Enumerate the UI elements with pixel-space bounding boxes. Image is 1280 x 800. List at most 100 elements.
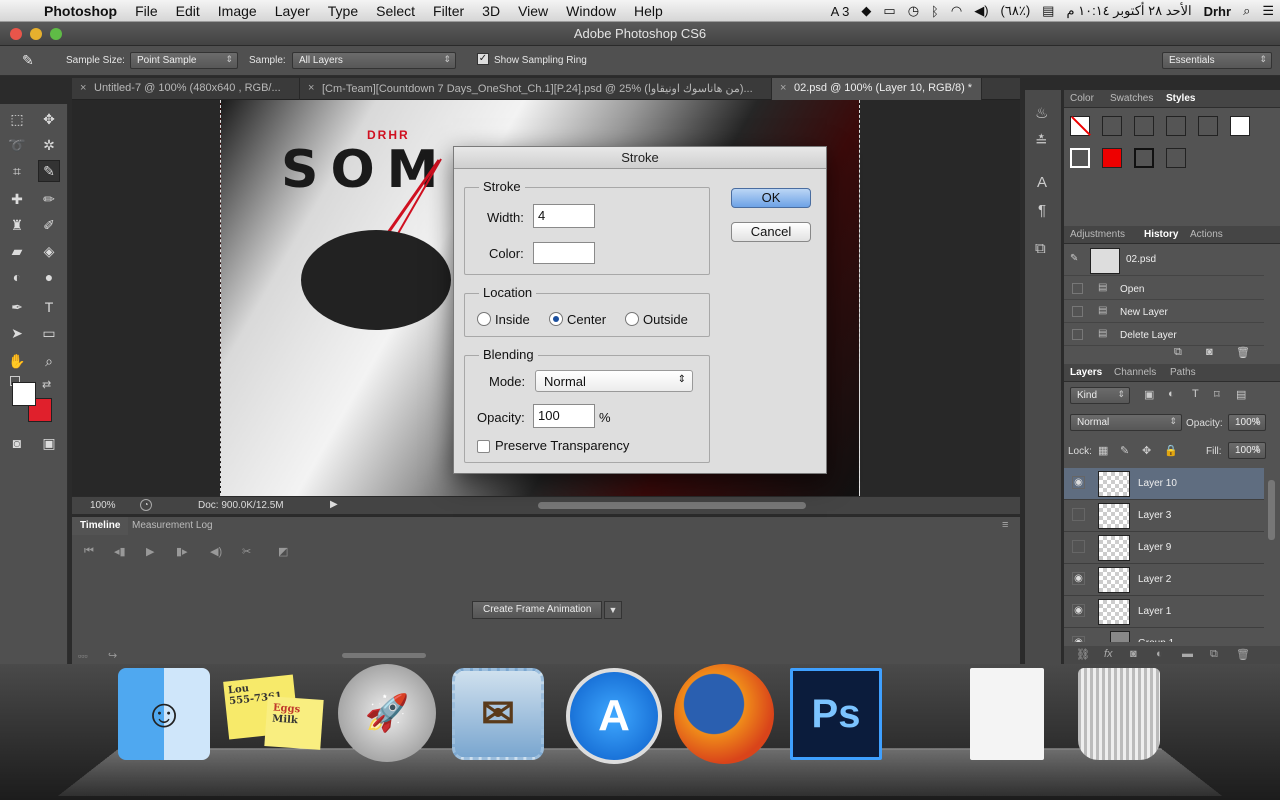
blend-mode-select[interactable]: Normal bbox=[1070, 414, 1182, 431]
move-icon[interactable]: ✥ bbox=[38, 108, 60, 130]
transition-icon[interactable]: ◩ bbox=[278, 545, 288, 558]
user-name[interactable]: Drhr bbox=[1198, 4, 1237, 19]
path-select-icon[interactable]: ➤ bbox=[6, 322, 28, 344]
menu-file[interactable]: File bbox=[126, 3, 167, 19]
close-tab-icon[interactable]: × bbox=[308, 82, 314, 94]
cancel-button[interactable]: Cancel bbox=[731, 222, 811, 242]
lock-all-icon[interactable]: 🔒 bbox=[1164, 444, 1178, 457]
close-tab-icon[interactable]: × bbox=[780, 82, 786, 94]
layer-opacity[interactable]: 100% bbox=[1228, 414, 1266, 431]
zoom-icon[interactable]: ⌕ bbox=[38, 350, 60, 372]
add-mask-icon[interactable]: ◙ bbox=[1130, 648, 1137, 660]
status-arrow-icon[interactable]: ▶ bbox=[330, 499, 338, 510]
style-swatch[interactable] bbox=[1166, 148, 1186, 168]
shape-icon[interactable]: ▭ bbox=[38, 322, 60, 344]
fx-icon[interactable]: fx bbox=[1104, 648, 1113, 660]
history-brush-icon[interactable]: ✐ bbox=[38, 214, 60, 236]
history-brush-source-icon[interactable]: ✎ bbox=[1070, 253, 1078, 264]
dodge-icon[interactable]: ● bbox=[38, 266, 60, 288]
stroke-width-input[interactable]: 4 bbox=[533, 204, 595, 228]
menu-help[interactable]: Help bbox=[625, 3, 672, 19]
play-icon[interactable]: ▶ bbox=[146, 545, 154, 558]
menu-window[interactable]: Window bbox=[557, 3, 625, 19]
filter-smart-icon[interactable]: ▤ bbox=[1236, 388, 1246, 401]
swap-colors-icon[interactable]: ⇄ bbox=[42, 378, 51, 391]
menu-select[interactable]: Select bbox=[367, 3, 424, 19]
bucket-icon[interactable]: ◈ bbox=[38, 240, 60, 262]
bluetooth-icon[interactable]: ᛒ bbox=[925, 4, 945, 19]
tab-measurement-log[interactable]: Measurement Log bbox=[124, 517, 221, 535]
lock-pixels-icon[interactable]: ✎ bbox=[1120, 444, 1129, 457]
crop-icon[interactable]: ⌗ bbox=[6, 160, 28, 182]
filter-shape-icon[interactable]: ⌑ bbox=[1214, 388, 1220, 401]
magic-wand-icon[interactable]: ✲ bbox=[38, 134, 60, 156]
menu-app-name[interactable]: Photoshop bbox=[40, 3, 126, 19]
time-machine-icon[interactable]: ◷ bbox=[902, 3, 925, 19]
visibility-eye-icon[interactable] bbox=[1072, 540, 1085, 553]
facetime-icon[interactable]: ▭ bbox=[877, 3, 901, 19]
visibility-eye-icon[interactable]: ◉ bbox=[1072, 572, 1085, 585]
show-ring-checkbox[interactable]: ✓ bbox=[477, 53, 489, 65]
menu-filter[interactable]: Filter bbox=[424, 3, 473, 19]
type-icon[interactable]: T bbox=[38, 296, 60, 318]
tab-layers[interactable]: Layers bbox=[1070, 367, 1102, 378]
style-swatch[interactable] bbox=[1102, 116, 1122, 136]
filter-adjust-icon[interactable]: ◐ bbox=[1168, 388, 1175, 400]
layer-fill[interactable]: 100% bbox=[1228, 442, 1266, 459]
new-document-from-state-icon[interactable]: ⧉ bbox=[1174, 346, 1182, 359]
eraser-icon[interactable]: ▰ bbox=[6, 240, 28, 262]
history-checkbox[interactable] bbox=[1072, 329, 1083, 340]
document-icon[interactable] bbox=[970, 668, 1044, 760]
notification-icon[interactable]: ☰ bbox=[1256, 3, 1280, 19]
history-item[interactable]: ▤ Open bbox=[1064, 278, 1264, 300]
tab-02-psd[interactable]: × 02.psd @ 100% (Layer 10, RGB/8) * bbox=[772, 78, 982, 100]
snapshot-camera-icon[interactable]: ◙ bbox=[1206, 346, 1213, 358]
layer-row[interactable]: Layer 3 bbox=[1064, 500, 1264, 532]
tab-adjustments[interactable]: Adjustments bbox=[1070, 229, 1125, 240]
trash-dock-icon[interactable] bbox=[1078, 668, 1160, 760]
volume-icon[interactable]: ◀) bbox=[968, 3, 994, 19]
lock-position-icon[interactable]: ✥ bbox=[1142, 444, 1151, 457]
visibility-eye-icon[interactable]: ◉ bbox=[1072, 604, 1085, 617]
lasso-icon[interactable]: ➰ bbox=[6, 134, 28, 156]
menu-view[interactable]: View bbox=[509, 3, 557, 19]
next-frame-icon[interactable]: ▮▸ bbox=[176, 545, 188, 558]
scissors-icon[interactable]: ✂ bbox=[242, 545, 251, 558]
history-checkbox[interactable] bbox=[1072, 306, 1083, 317]
sample-size-select[interactable]: Point Sample bbox=[130, 52, 238, 69]
filter-pixel-icon[interactable]: ▣ bbox=[1144, 388, 1154, 401]
adjustment-layer-icon[interactable]: ◐ bbox=[1156, 648, 1163, 660]
menu-3d[interactable]: 3D bbox=[473, 3, 509, 19]
link-layers-icon[interactable]: ⛓ bbox=[1076, 648, 1090, 661]
close-tab-icon[interactable]: × bbox=[80, 82, 86, 94]
layer-row[interactable]: ◉ Layer 1 bbox=[1064, 596, 1264, 628]
visibility-eye-icon[interactable]: ◉ bbox=[1072, 476, 1085, 489]
history-snapshot[interactable]: ✎ 02.psd bbox=[1064, 246, 1264, 276]
wifi-icon[interactable]: ◠ bbox=[945, 3, 968, 19]
layer-row[interactable]: ◉ Layer 10 bbox=[1064, 468, 1264, 500]
pen-icon[interactable]: ✒ bbox=[6, 296, 28, 318]
style-swatch[interactable] bbox=[1070, 148, 1090, 168]
photoshop-icon[interactable]: Ps bbox=[790, 668, 882, 760]
hand-icon[interactable]: ✋ bbox=[6, 350, 28, 372]
timeline-zoom-slider[interactable] bbox=[342, 653, 426, 658]
status-icon[interactable]: ◔ bbox=[140, 499, 152, 511]
blend-mode-dropdown[interactable]: Normal ⇕ bbox=[535, 370, 693, 392]
style-swatch[interactable] bbox=[1102, 148, 1122, 168]
screen-mode-icon[interactable]: ▣ bbox=[38, 432, 60, 454]
style-swatch[interactable] bbox=[1230, 116, 1250, 136]
history-checkbox[interactable] bbox=[1072, 283, 1083, 294]
workspace-select[interactable]: Essentials bbox=[1162, 52, 1272, 69]
flag-icon[interactable]: ▤ bbox=[1036, 3, 1060, 19]
paragraph-icon[interactable]: ¶ bbox=[1038, 202, 1046, 219]
history-item[interactable]: ▤ New Layer bbox=[1064, 301, 1264, 323]
eyedropper-icon[interactable]: ✎ bbox=[38, 160, 60, 182]
create-frame-animation-button[interactable]: Create Frame Animation bbox=[472, 601, 603, 619]
style-swatch[interactable] bbox=[1166, 116, 1186, 136]
tab-channels[interactable]: Channels bbox=[1114, 367, 1156, 378]
tab-cm-team[interactable]: × [Cm-Team][Countdown 7 Days_OneShot_Ch.1… bbox=[300, 78, 772, 100]
clone-source-icon[interactable]: ⧉ bbox=[1035, 240, 1046, 257]
healing-icon[interactable]: ✚ bbox=[6, 188, 28, 210]
tab-timeline[interactable]: Timeline bbox=[72, 517, 129, 535]
animation-dropdown-icon[interactable]: ▼ bbox=[604, 601, 622, 619]
